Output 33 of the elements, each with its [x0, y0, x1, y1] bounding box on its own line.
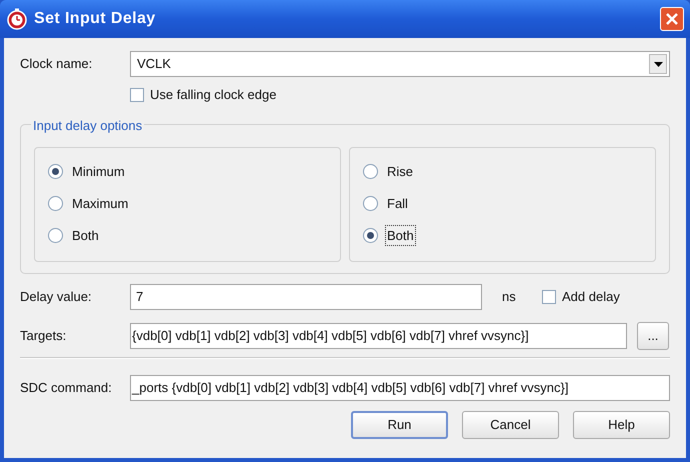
radio-label: Rise [386, 162, 414, 181]
window-title: Set Input Delay [34, 9, 156, 29]
targets-label: Targets: [20, 326, 68, 345]
delay-value-field[interactable]: 7 [130, 284, 482, 310]
checkbox-label: Add delay [562, 288, 620, 306]
radio-button[interactable] [363, 164, 378, 179]
dialog-button[interactable]: Help [573, 410, 670, 438]
radio-button[interactable] [48, 164, 63, 179]
unit-label: ns [502, 288, 517, 306]
clock-name-label: Clock name: [20, 55, 94, 74]
checkbox[interactable] [542, 290, 556, 304]
sdc-command-label: SDC command: [20, 378, 113, 397]
clock-name-dropdown[interactable]: VCLK [130, 51, 670, 77]
stopwatch-icon [6, 8, 28, 30]
close-button[interactable] [660, 7, 684, 31]
radio-label: Both [71, 226, 100, 245]
sdc-command-field[interactable]: _ports {vdb[0] vdb[1] vdb[2] vdb[3] vdb[4] vdb[5] vdb[6] vdb[7] vhref vvsync}] [130, 374, 670, 400]
dialog-button[interactable]: Cancel [462, 410, 559, 438]
checkbox-label: Use falling clock edge [150, 86, 276, 104]
browse-button[interactable]: ... [637, 322, 669, 350]
close-icon [666, 13, 678, 25]
radio-label: Maximum [71, 194, 130, 213]
radio-label: Fall [386, 194, 409, 213]
checkbox[interactable] [130, 88, 144, 102]
dialog-button[interactable]: Run [351, 410, 448, 438]
radio-button[interactable] [363, 196, 378, 211]
radio-label: Minimum [71, 162, 126, 181]
radio-label: Both [386, 226, 415, 246]
radio-button[interactable] [48, 196, 63, 211]
radio-button[interactable] [48, 228, 63, 243]
radio-button[interactable] [363, 228, 378, 243]
targets-field[interactable]: {vdb[0] vdb[1] vdb[2] vdb[3] vdb[4] vdb[5] vdb[6] vdb[7] vhref vvsync}] [130, 322, 627, 348]
delay-value-label: Delay value: [20, 288, 93, 306]
